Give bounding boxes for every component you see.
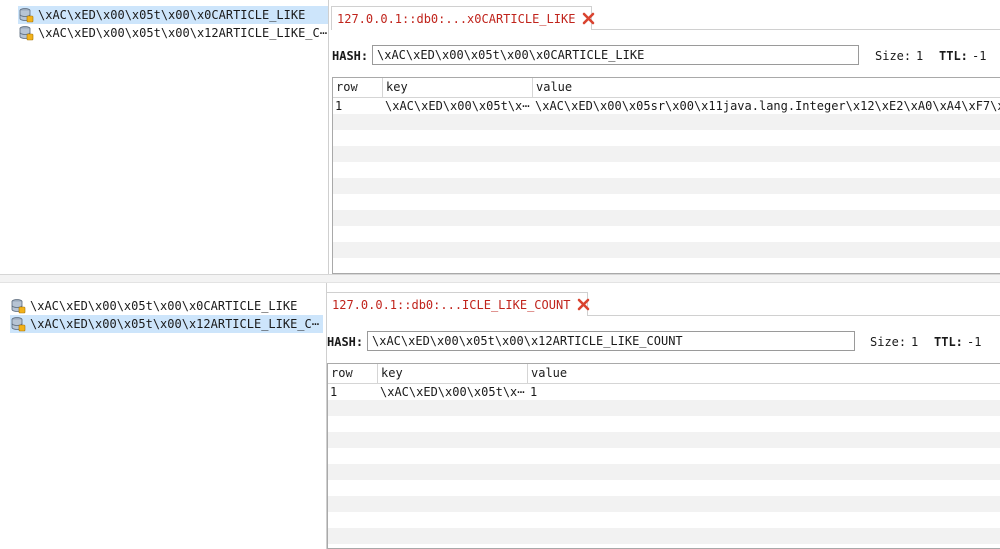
empty-row	[328, 416, 1000, 432]
empty-row	[328, 512, 1000, 528]
redis-key-icon	[18, 25, 34, 41]
empty-row	[333, 130, 1000, 146]
sort-caret-icon: ⌄	[348, 368, 353, 377]
tab-key-article-like[interactable]: 127.0.0.1::db0:...x0CARTICLE_LIKE	[331, 6, 595, 30]
empty-row	[328, 528, 1000, 544]
column-header-value[interactable]: value	[528, 364, 1000, 383]
ttl-label: TTL:	[934, 335, 963, 349]
close-icon[interactable]	[582, 12, 595, 25]
tab-key-article-like-count[interactable]: 127.0.0.1::db0:...ICLE_LIKE_COUNT	[326, 292, 590, 316]
empty-row	[328, 448, 1000, 464]
key-name-input[interactable]	[367, 331, 855, 351]
splitter[interactable]	[328, 0, 329, 274]
key-name-input[interactable]	[372, 45, 859, 65]
hash-table: ⌄ row key value 1 \xAC\xED\x00\x05t\x⋯ 1	[327, 363, 1000, 549]
empty-row	[333, 226, 1000, 242]
size-value: 1	[911, 335, 919, 349]
window-divider	[0, 274, 1000, 283]
empty-row	[333, 242, 1000, 258]
empty-row	[328, 400, 1000, 416]
tree-item-article-like[interactable]: \xAC\xED\x00\x05t\x00\x0CARTICLE_LIKE	[18, 6, 328, 24]
ttl-label: TTL:	[939, 49, 968, 63]
table-header: ⌄ row key value	[333, 78, 1000, 98]
cell-key: \xAC\xED\x00\x05t\x⋯	[380, 385, 525, 399]
cell-key: \xAC\xED\x00\x05t\x⋯	[385, 99, 530, 113]
bottom-panel: \xAC\xED\x00\x05t\x00\x0CARTICLE_LIKE \x…	[0, 283, 1000, 549]
hash-type-label: HASH:	[327, 335, 364, 349]
close-icon[interactable]	[577, 298, 590, 311]
cell-row: 1	[330, 385, 338, 399]
empty-row	[333, 162, 1000, 178]
empty-row	[333, 258, 1000, 273]
ttl-value: -1	[967, 335, 982, 349]
table-row[interactable]: 1 \xAC\xED\x00\x05t\x⋯ 1	[328, 384, 1000, 400]
size-value: 1	[916, 49, 924, 63]
cell-value: 1	[530, 385, 538, 399]
tree-item-label: \xAC\xED\x00\x05t\x00\x12ARTICLE_LIKE_C⋯	[30, 317, 319, 331]
hash-table: ⌄ row key value 1 \xAC\xED\x00\x05t\x⋯ \x…	[332, 77, 1000, 274]
empty-row	[333, 178, 1000, 194]
key-tree: \xAC\xED\x00\x05t\x00\x0CARTICLE_LIKE \x…	[0, 283, 326, 549]
redis-key-icon	[10, 298, 26, 314]
hash-type-label: HASH:	[332, 49, 369, 63]
tab-title: 127.0.0.1::db0:...ICLE_LIKE_COUNT	[332, 297, 571, 312]
tab-bar-line	[592, 29, 1000, 30]
tree-item-article-like-count[interactable]: \xAC\xED\x00\x05t\x00\x12ARTICLE_LIKE_C⋯	[18, 24, 328, 42]
cell-row: 1	[335, 99, 343, 113]
tab-bar-line	[588, 315, 1000, 316]
redis-key-icon	[18, 7, 34, 23]
column-header-value[interactable]: value	[533, 78, 1000, 97]
tree-item-label: \xAC\xED\x00\x05t\x00\x0CARTICLE_LIKE	[38, 8, 306, 22]
top-panel: \xAC\xED\x00\x05t\x00\x0CARTICLE_LIKE \x…	[0, 0, 1000, 274]
empty-row	[328, 480, 1000, 496]
redis-key-icon	[10, 316, 26, 332]
size-label: Size:	[870, 335, 907, 349]
empty-row	[333, 114, 1000, 130]
column-header-key[interactable]: key	[378, 364, 528, 383]
empty-row	[333, 194, 1000, 210]
table-header: ⌄ row key value	[328, 364, 1000, 384]
table-row[interactable]: 1 \xAC\xED\x00\x05t\x⋯ \xAC\xED\x00\x05s…	[333, 98, 1000, 114]
tree-item-article-like[interactable]: \xAC\xED\x00\x05t\x00\x0CARTICLE_LIKE	[10, 297, 326, 315]
empty-row	[328, 464, 1000, 480]
empty-row	[333, 210, 1000, 226]
tree-item-label: \xAC\xED\x00\x05t\x00\x12ARTICLE_LIKE_C⋯	[38, 26, 327, 40]
ttl-value: -1	[972, 49, 987, 63]
column-header-row[interactable]: ⌄ row	[328, 364, 378, 383]
tree-item-article-like-count[interactable]: \xAC\xED\x00\x05t\x00\x12ARTICLE_LIKE_C⋯	[10, 315, 323, 333]
key-tree: \xAC\xED\x00\x05t\x00\x0CARTICLE_LIKE \x…	[0, 0, 328, 274]
tree-item-label: \xAC\xED\x00\x05t\x00\x0CARTICLE_LIKE	[30, 299, 298, 313]
column-header-key[interactable]: key	[383, 78, 533, 97]
empty-row	[328, 432, 1000, 448]
column-header-row[interactable]: ⌄ row	[333, 78, 383, 97]
empty-row	[333, 146, 1000, 162]
tab-title: 127.0.0.1::db0:...x0CARTICLE_LIKE	[337, 11, 576, 26]
cell-value: \xAC\xED\x00\x05sr\x00\x11java.lang.Inte…	[535, 99, 1000, 113]
sort-caret-icon: ⌄	[353, 82, 358, 91]
size-label: Size:	[875, 49, 912, 63]
empty-row	[328, 496, 1000, 512]
